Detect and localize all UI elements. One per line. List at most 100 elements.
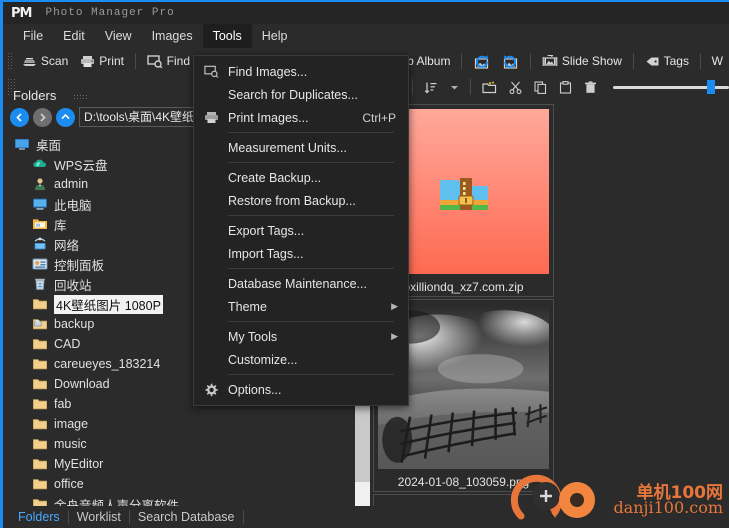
up-button[interactable] (56, 107, 75, 127)
print-button[interactable]: Print (74, 52, 130, 70)
tree-scrollbar-thumb-lower[interactable] (355, 482, 370, 506)
scan-label: Scan (40, 54, 69, 68)
thumbnail-grid: oxilliondq_xz7.com.zip PNG (371, 102, 729, 506)
menu-tools[interactable]: Tools (202, 24, 252, 48)
new-folder-button[interactable] (476, 79, 503, 96)
toolbar-separator-3 (530, 53, 531, 69)
thumbnail-image (378, 499, 549, 506)
thumbnail-item[interactable]: 《Armageddon》MV.mp4 (373, 494, 554, 506)
tree-label: WPS云盘 (54, 158, 108, 173)
tab-worklist[interactable]: Worklist (69, 508, 129, 526)
tree-label: careueyes_183214 (54, 357, 161, 371)
folder-icon (32, 376, 48, 392)
toolbar-separator-5 (699, 53, 701, 69)
slide-show-button[interactable]: Slide Show (536, 52, 628, 70)
menu-item-export-tags[interactable]: Export Tags... (194, 219, 408, 242)
folder-icon (32, 496, 48, 506)
zoom-slider-thumb[interactable] (706, 80, 715, 94)
rotate-right-icon (502, 54, 519, 69)
paste-button[interactable] (553, 79, 578, 96)
desktop-icon (14, 136, 30, 152)
tab-search-database[interactable]: Search Database (130, 508, 243, 526)
menu-view[interactable]: View (95, 24, 142, 48)
user-icon (32, 176, 48, 192)
backup-folder-icon (32, 316, 48, 332)
delete-button[interactable] (578, 79, 603, 96)
tags-button[interactable]: Tags (639, 52, 695, 70)
toolbar-grip[interactable] (7, 52, 14, 70)
print-label: Print (99, 54, 124, 68)
menu-separator (228, 132, 394, 133)
menu-item-customize[interactable]: Customize... (194, 348, 408, 371)
tree-label: 4K壁纸图片 1080P (54, 294, 163, 314)
tree-item-music[interactable]: music (6, 434, 354, 454)
menu-images[interactable]: Images (142, 24, 203, 48)
tab-folders[interactable]: Folders (10, 508, 68, 526)
menu-help[interactable]: Help (252, 24, 298, 48)
cut-button[interactable] (503, 79, 528, 96)
menu-item-find-images[interactable]: Find Images... (194, 60, 408, 83)
menu-item-label: Measurement Units... (228, 140, 347, 155)
menu-item-label: Customize... (228, 352, 298, 367)
menu-item-restore-from-backup[interactable]: Restore from Backup... (194, 189, 408, 212)
recycle-bin-icon (32, 276, 48, 292)
tree-item-image[interactable]: image (6, 414, 354, 434)
menu-edit[interactable]: Edit (53, 24, 95, 48)
menu-file[interactable]: File (13, 24, 53, 48)
menu-item-measurement-units[interactable]: Measurement Units... (194, 136, 408, 159)
menu-item-import-tags[interactable]: Import Tags... (194, 242, 408, 265)
forward-button[interactable] (33, 107, 52, 127)
control-panel-icon (32, 256, 48, 272)
sort-dropdown-button[interactable] (444, 82, 465, 93)
toolbar2-separator-2 (469, 79, 471, 95)
rotate-left-button[interactable] (467, 52, 496, 71)
rotate-right-button[interactable] (496, 52, 525, 71)
folder-icon (32, 456, 48, 472)
scan-button[interactable]: Scan (16, 52, 74, 70)
tree-label: 回收站 (54, 278, 92, 293)
menu-separator (228, 374, 394, 375)
copy-button[interactable] (528, 79, 553, 96)
library-icon (32, 216, 48, 232)
overflow-button[interactable]: W (706, 52, 729, 70)
menu-item-options[interactable]: Options... (194, 378, 408, 401)
menu-item-print-images[interactable]: Print Images... Ctrl+P (194, 106, 408, 129)
thumbnail-label: 2024-01-08_103059.png (397, 475, 530, 489)
tree-label: fab (54, 397, 72, 411)
tree-label: 此电脑 (54, 198, 92, 213)
menu-item-label: Create Backup... (228, 170, 322, 185)
folder-icon (32, 416, 48, 432)
toolbar-separator-2 (461, 53, 463, 69)
zoom-slider[interactable] (612, 80, 729, 94)
find-images-icon (146, 54, 163, 68)
back-button[interactable] (10, 107, 29, 127)
menu-item-theme[interactable]: Theme ▶ (194, 295, 408, 318)
menu-item-label: Export Tags... (228, 223, 305, 238)
tree-item-myeditor[interactable]: MyEditor (6, 454, 354, 474)
folder-icon (32, 296, 48, 312)
submenu-arrow-icon: ▶ (391, 301, 398, 311)
menu-item-label: My Tools (228, 329, 278, 344)
menu-separator (228, 268, 394, 269)
delete-icon (584, 80, 597, 94)
sort-button[interactable] (418, 79, 444, 96)
tree-item-audio-separator[interactable]: 余舟音频人声分离软件 (6, 494, 354, 506)
paste-icon (559, 80, 572, 94)
menu-item-search-duplicates[interactable]: Search for Duplicates... (194, 83, 408, 106)
chevron-down-icon (450, 84, 459, 91)
menu-item-accelerator: Ctrl+P (362, 110, 396, 125)
gear-icon (194, 383, 228, 397)
copy-icon (534, 80, 547, 94)
tree-label: office (54, 477, 84, 491)
folder-icon (32, 336, 48, 352)
menu-item-label: Find Images... (228, 64, 308, 79)
application-window: PM Photo Manager Pro File Edit View Imag… (0, 0, 729, 528)
tree-label: 库 (54, 218, 67, 233)
status-bar: Folders Worklist Search Database (6, 506, 729, 528)
tag-icon (645, 55, 660, 68)
menu-item-database-maintenance[interactable]: Database Maintenance... (194, 272, 408, 295)
tree-item-office[interactable]: office (6, 474, 354, 494)
cut-icon (509, 81, 522, 94)
menu-item-create-backup[interactable]: Create Backup... (194, 166, 408, 189)
menu-item-my-tools[interactable]: My Tools ▶ (194, 325, 408, 348)
